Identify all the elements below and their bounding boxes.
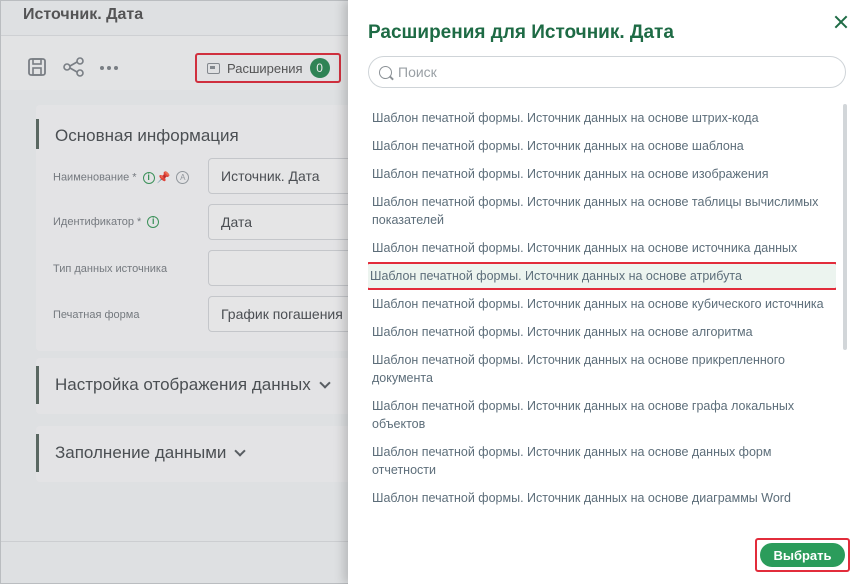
display-settings-section[interactable]: Настройка отображения данных (36, 358, 366, 414)
extensions-dialog: Расширения для Источник. Дата Шаблон печ… (348, 0, 861, 584)
list-item[interactable]: Шаблон печатной формы. Источник данных н… (368, 438, 836, 484)
list-item[interactable]: Шаблон печатной формы. Источник данных н… (368, 318, 836, 346)
list-item[interactable]: Шаблон печатной формы. Источник данных н… (368, 160, 836, 188)
main-info-title: Основная информация (55, 126, 239, 145)
list-item[interactable]: Шаблон печатной формы. Источник данных н… (368, 290, 836, 318)
identifier-field-label: Идентификатор * i (53, 216, 160, 229)
section-accent-bar (36, 366, 39, 404)
data-filling-title-text: Заполнение данными (55, 443, 227, 462)
extensions-list: Шаблон печатной формы. Источник данных н… (368, 104, 836, 520)
list-item[interactable]: Шаблон печатной формы. Источник данных н… (368, 104, 836, 132)
name-field[interactable]: Источник. Дата (208, 158, 368, 194)
extensions-count-badge: 0 (309, 58, 330, 78)
list-item[interactable]: Шаблон печатной формы. Источник данных н… (368, 484, 836, 512)
scrollbar-thumb[interactable] (843, 104, 847, 350)
display-settings-title: Настройка отображения данных (55, 375, 331, 395)
scrollbar[interactable] (843, 104, 848, 524)
extensions-button[interactable]: Расширения 0 (195, 53, 341, 83)
translate-icon[interactable]: A (176, 171, 190, 184)
list-item[interactable]: Шаблон печатной формы. Источник данных н… (368, 346, 836, 392)
share-icon[interactable] (63, 57, 85, 81)
list-item-selected[interactable]: Шаблон печатной формы. Источник данных н… (368, 262, 836, 290)
source-type-label: Тип данных источника (53, 263, 168, 275)
info-icon[interactable]: i (147, 216, 160, 229)
identifier-label-text: Идентификатор * (53, 216, 142, 228)
pin-icon[interactable]: 📌 (157, 171, 171, 184)
section-accent-bar (36, 434, 39, 472)
list-item[interactable]: Шаблон печатной формы. Источник данных н… (368, 132, 836, 160)
print-form-field[interactable]: График погашения (208, 296, 368, 332)
close-icon[interactable] (833, 14, 849, 30)
extensions-label: Расширения (227, 60, 303, 76)
display-settings-title-text: Настройка отображения данных (55, 375, 311, 394)
search-box[interactable] (368, 56, 846, 88)
search-input[interactable] (398, 64, 838, 80)
chevron-down-icon (319, 377, 331, 389)
info-icon[interactable]: i (142, 171, 155, 184)
list-item[interactable]: Шаблон печатной формы. Источник данных н… (368, 392, 836, 438)
extensions-icon (207, 62, 220, 74)
data-filling-section[interactable]: Заполнение данными (36, 426, 366, 482)
select-button-highlight: Выбрать (755, 538, 850, 572)
page-title: Источник. Дата (23, 6, 144, 23)
section-accent-bar (36, 119, 39, 149)
name-label-text: Наименование * (53, 171, 137, 184)
name-field-label: Наименование * i 📌 A (53, 171, 190, 184)
list-item[interactable]: Шаблон печатной формы. Источник данных н… (368, 234, 836, 262)
identifier-field[interactable]: Дата (208, 204, 368, 240)
save-icon[interactable] (27, 57, 47, 81)
more-icon[interactable] (99, 57, 119, 81)
list-item[interactable]: Шаблон печатной формы. Источник данных н… (368, 188, 836, 234)
source-type-field[interactable] (208, 250, 368, 286)
chevron-down-icon (234, 445, 247, 457)
select-button[interactable]: Выбрать (760, 543, 845, 567)
data-filling-title: Заполнение данными (55, 443, 247, 463)
dialog-title: Расширения для Источник. Дата (368, 22, 674, 43)
search-icon (379, 65, 392, 79)
print-form-label: Печатная форма (53, 309, 140, 321)
